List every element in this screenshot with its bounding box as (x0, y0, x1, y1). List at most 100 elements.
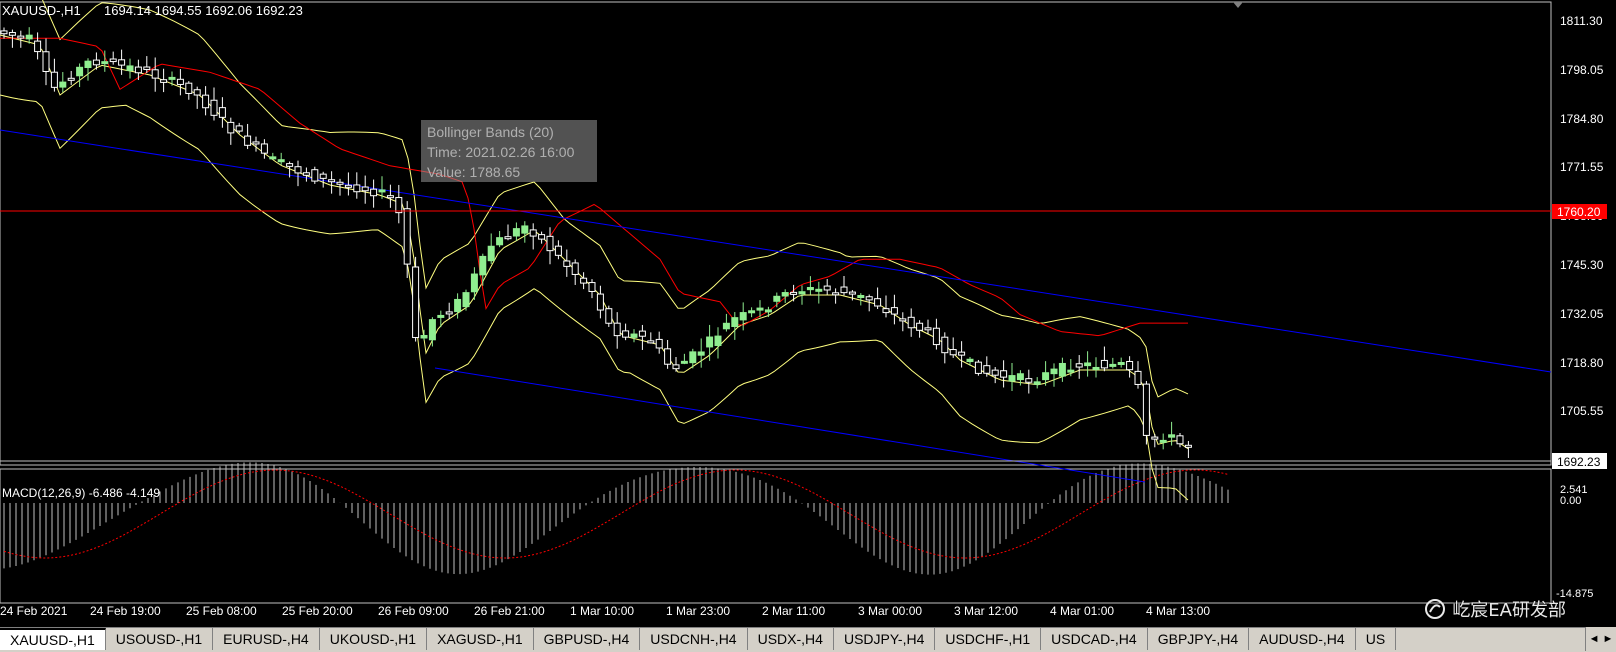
macd-histogram (3, 462, 1229, 575)
candle-body (764, 309, 772, 313)
macd-signal-line (3, 469, 1229, 559)
watermark-text: 屹宸EA研发部 (1452, 600, 1566, 621)
candle-body (504, 236, 512, 240)
candle-body (8, 32, 16, 36)
candle-body (328, 179, 336, 183)
candle-body (773, 295, 781, 302)
candle-body (1117, 362, 1125, 366)
candle-body (302, 172, 310, 176)
tab-eurusd-h4[interactable]: EURUSD-,H4 (213, 628, 320, 650)
candle-body (1008, 375, 1016, 382)
tab-usdchf-h1[interactable]: USDCHF-,H1 (935, 628, 1042, 650)
price-chart[interactable]: XAUUSD-,H1 1694.14 1694.55 1692.06 1692.… (0, 0, 1616, 620)
candle-body (168, 76, 176, 80)
candle-body (344, 184, 352, 188)
candle-body (386, 195, 394, 199)
macd-label: MACD(12,26,9) -6.486 -4.149 (2, 486, 160, 500)
candle-body (974, 361, 982, 374)
tab-usdx-h4[interactable]: USDX-,H4 (748, 628, 834, 650)
candle-body (160, 79, 168, 83)
macd-plot-frame (0, 468, 1552, 604)
tab-gbpjpy-h4[interactable]: GBPJPY-,H4 (1148, 628, 1250, 650)
candle-body (235, 125, 243, 132)
tab-gbpusd-h4[interactable]: GBPUSD-,H4 (534, 628, 641, 650)
candle-body (874, 298, 882, 307)
price-tick: 1771.55 (1560, 160, 1604, 174)
candle-body (244, 135, 252, 146)
price-tick: 1718.80 (1560, 356, 1604, 370)
candle-body (815, 288, 823, 292)
bollinger-bands (0, 0, 1189, 501)
tab-usdcnh-h4[interactable]: USDCNH-,H4 (640, 628, 748, 650)
candle-body (1025, 378, 1033, 383)
time-tick: 4 Mar 01:00 (1050, 604, 1114, 618)
candle-body (252, 141, 260, 145)
tab-us-truncated[interactable]: US (1356, 628, 1397, 650)
watermark: 屹宸EA研发部 (1424, 596, 1566, 622)
candle-body (1126, 360, 1134, 371)
candle-body (512, 228, 520, 237)
main-plot-frame (0, 1, 1552, 466)
candle-body (798, 291, 806, 295)
candle-body (840, 286, 848, 294)
hline-price-label: 1760.20 (1557, 205, 1601, 219)
candle-body (714, 335, 722, 346)
candle-body (470, 273, 478, 293)
candle-body (462, 292, 470, 308)
tab-xagusd-h1[interactable]: XAGUSD-,H1 (427, 628, 534, 650)
candle-body (865, 296, 873, 301)
tooltip-time: Time: 2021.02.26 16:00 (427, 144, 575, 160)
candle-body (437, 314, 445, 318)
candle-body (857, 294, 865, 298)
candle-body (991, 369, 999, 376)
candle-body (1109, 363, 1117, 367)
candle-body (781, 292, 789, 297)
candle-body (1075, 363, 1083, 368)
triangle-down-icon[interactable] (1233, 2, 1243, 8)
candle-body (0, 30, 8, 35)
chart-window[interactable]: XAUUSD-,H1 1694.14 1694.55 1692.06 1692.… (0, 0, 1616, 622)
candle-body (941, 336, 949, 354)
candle-body (76, 66, 84, 77)
candle-body (260, 143, 268, 154)
candle-body (958, 351, 966, 356)
price-tick: 1798.05 (1560, 63, 1604, 77)
time-tick: 3 Mar 12:00 (954, 604, 1018, 618)
candle-body (588, 282, 596, 292)
time-tick: 4 Mar 13:00 (1146, 604, 1210, 618)
candle-body (428, 319, 436, 341)
tab-usdcad-h4[interactable]: USDCAD-,H4 (1041, 628, 1148, 650)
candle-body (1184, 444, 1192, 448)
tab-usdjpy-h4[interactable]: USDJPY-,H4 (834, 628, 936, 650)
candle-body (454, 298, 462, 313)
time-tick: 24 Feb 2021 (0, 604, 68, 618)
candle-body (17, 35, 25, 39)
tab-usousd-h1[interactable]: USOUSD-,H1 (106, 628, 214, 650)
tooltip-value: Value: 1788.65 (427, 164, 521, 180)
candle-body (580, 277, 588, 284)
candle-body (67, 77, 75, 81)
candle-body (101, 61, 109, 65)
candle-body (445, 311, 453, 315)
candle-body (1042, 372, 1050, 381)
channel-upper-line (0, 129, 1552, 373)
tab-audusd-h4[interactable]: AUDUSD-,H4 (1249, 628, 1356, 650)
candle-body (193, 89, 201, 96)
candle-body (907, 316, 915, 329)
time-tick: 24 Feb 19:00 (90, 604, 161, 618)
candle-body (1000, 370, 1008, 378)
candle-body (92, 59, 100, 66)
candle-body (227, 121, 235, 134)
candle-body (1168, 434, 1176, 438)
tab-xauusd-h1[interactable]: XAUUSD-,H1 (0, 628, 106, 650)
tab-ukousd-h1[interactable]: UKOUSD-,H1 (320, 628, 428, 650)
candle-body (496, 237, 504, 246)
candle-body (1092, 366, 1100, 370)
candle-body (622, 330, 630, 338)
candle-body (134, 66, 142, 74)
candle-body (59, 81, 67, 88)
indicator-tooltip: Bollinger Bands (20) Time: 2021.02.26 16… (421, 120, 597, 182)
price-tick: 1732.05 (1560, 307, 1604, 321)
arrow-left-right-icon[interactable]: ◄ ► (1585, 627, 1616, 651)
symbol-tab-bar: XAUUSD-,H1 USOUSD-,H1 EURUSD-,H4 UKOUSD-… (0, 627, 1616, 652)
